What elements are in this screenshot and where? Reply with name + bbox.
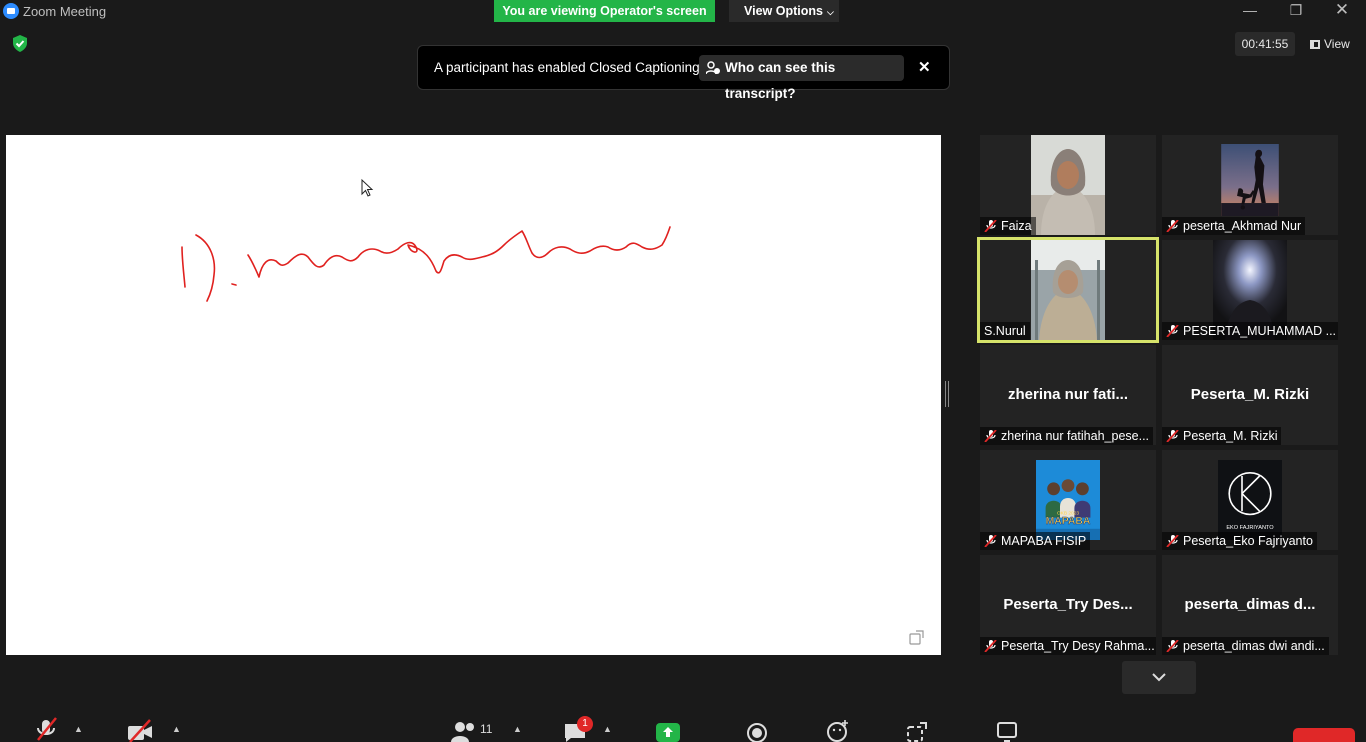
- muted-mic-icon: [984, 429, 998, 443]
- participant-display-name: Peserta_Try Des...: [1003, 596, 1133, 613]
- ink-stroke-one: [181, 246, 186, 288]
- participants-options-caret[interactable]: ▲: [513, 724, 522, 734]
- meeting-toolbar: [0, 712, 1366, 742]
- panel-resize-handle[interactable]: [945, 381, 949, 407]
- ink-stroke-paren: [195, 234, 216, 302]
- close-window-button[interactable]: ✕: [1319, 0, 1365, 22]
- grid-view-icon: [1310, 40, 1320, 49]
- notification-text: A participant has enabled Closed Caption…: [434, 60, 700, 75]
- participant-tile-active-speaker[interactable]: S.Nurul: [977, 237, 1159, 343]
- shared-screen[interactable]: [6, 135, 941, 655]
- muted-mic-icon: [984, 534, 998, 548]
- restore-button[interactable]: ❐: [1273, 0, 1319, 22]
- mapaba-logo-image: OKB 2023 MAPABA: [1036, 460, 1100, 540]
- chat-options-caret[interactable]: ▲: [603, 724, 612, 734]
- muted-mic-icon: [1166, 639, 1180, 653]
- participant-tile[interactable]: EKO FAJRIYANTO Peserta_Eko Fajriyanto: [1162, 450, 1338, 550]
- reactions-icon[interactable]: [826, 719, 850, 742]
- participant-tile[interactable]: peserta_Akhmad Nur: [1162, 135, 1338, 235]
- viewing-screen-banner: You are viewing Operator's screen: [494, 0, 715, 22]
- closed-caption-notification: A participant has enabled Closed Caption…: [417, 45, 950, 101]
- participant-display-name: Peserta_M. Rizki: [1190, 386, 1310, 403]
- muted-mic-icon: [1166, 534, 1180, 548]
- participant-name-label: peserta_Akhmad Nur: [1162, 217, 1306, 235]
- chevron-down-icon: [1152, 673, 1166, 682]
- muted-mic-icon: [984, 219, 998, 233]
- participant-name-label: S.Nurul: [980, 322, 1030, 340]
- muted-mic-icon: [1166, 324, 1180, 338]
- share-annotate-icon: [909, 630, 924, 645]
- participant-tile[interactable]: peserta_dimas d... peserta_dimas dwi and…: [1162, 555, 1338, 655]
- ink-stroke-scribble: [247, 226, 671, 278]
- share-screen-icon[interactable]: [656, 723, 680, 742]
- participant-tile[interactable]: Faiza: [980, 135, 1156, 235]
- view-options-label: View Options: [744, 4, 823, 18]
- participant-name-label: Peserta_Try Desy Rahma...: [980, 637, 1156, 655]
- participants-count: 11: [480, 722, 493, 736]
- svg-text:EKO FAJRIYANTO: EKO FAJRIYANTO: [1226, 525, 1274, 531]
- participant-tile[interactable]: OKB 2023 MAPABA MAPABA FISIP: [980, 450, 1156, 550]
- minimize-button[interactable]: —: [1227, 0, 1273, 22]
- participant-video: [1031, 135, 1105, 235]
- participant-name-label: peserta_dimas dwi andi...: [1162, 637, 1329, 655]
- view-layout-button[interactable]: View: [1302, 32, 1360, 56]
- view-options-button[interactable]: View Options ⌵: [729, 0, 839, 22]
- chat-unread-badge: 1: [577, 716, 593, 732]
- who-can-see-transcript-button[interactable]: Who can see this transcript?: [699, 55, 904, 101]
- participant-display-name: peserta_dimas d...: [1184, 596, 1316, 613]
- participant-tile[interactable]: Peserta_Try Des... Peserta_Try Desy Rahm…: [980, 555, 1156, 655]
- participant-name-label: Peserta_Eko Fajriyanto: [1162, 532, 1317, 550]
- participant-tile[interactable]: PESERTA_MUHAMMAD ...: [1162, 240, 1338, 340]
- muted-mic-icon: [1166, 429, 1180, 443]
- who-label: Who can see this transcript?: [725, 60, 836, 101]
- participant-name-label: MAPABA FISIP: [980, 532, 1091, 550]
- zoom-logo-icon: [3, 3, 19, 19]
- end-meeting-button[interactable]: [1293, 728, 1355, 742]
- gallery-next-page-button[interactable]: [1122, 661, 1196, 694]
- svg-text:MAPABA: MAPABA: [1046, 516, 1091, 527]
- muted-mic-icon: [984, 639, 998, 653]
- muted-mic-icon: [1166, 219, 1180, 233]
- mouse-cursor-icon: [361, 178, 374, 197]
- mic-muted-icon[interactable]: [36, 716, 58, 742]
- participant-name-label: zherina nur fatihah_pese...: [980, 427, 1154, 445]
- participant-video: [1031, 240, 1105, 340]
- record-icon[interactable]: [746, 722, 768, 742]
- whiteboard-icon[interactable]: [996, 721, 1018, 742]
- chevron-down-icon: ⌵: [826, 7, 834, 17]
- participants-icon[interactable]: [451, 720, 477, 742]
- encryption-shield-icon[interactable]: [12, 35, 28, 52]
- ink-stroke-dot: [231, 283, 237, 286]
- participant-video: [1221, 144, 1279, 216]
- window-title: Zoom Meeting: [23, 4, 107, 19]
- participant-display-name: zherina nur fati...: [1007, 386, 1128, 403]
- view-label: View: [1324, 37, 1350, 51]
- meeting-timer: 00:41:55: [1235, 32, 1295, 56]
- video-options-caret[interactable]: ▲: [172, 724, 181, 734]
- apps-icon[interactable]: [906, 721, 928, 742]
- participant-tile[interactable]: zherina nur fati... zherina nur fatihah_…: [980, 345, 1156, 445]
- participant-name-label: PESERTA_MUHAMMAD ...: [1162, 322, 1338, 340]
- person-info-icon: [706, 61, 720, 75]
- participant-tile[interactable]: Peserta_M. Rizki Peserta_M. Rizki: [1162, 345, 1338, 445]
- participant-name-label: Peserta_M. Rizki: [1162, 427, 1282, 445]
- audio-options-caret[interactable]: ▲: [74, 724, 83, 734]
- video-off-icon[interactable]: [126, 718, 154, 742]
- eko-fajriyanto-logo-image: EKO FAJRIYANTO: [1218, 460, 1282, 540]
- whiteboard-drawing: [181, 178, 924, 645]
- title-bar: Zoom Meeting You are viewing Operator's …: [0, 0, 1366, 22]
- close-notification-button[interactable]: ✕: [918, 58, 931, 76]
- participant-name-label: Faiza: [980, 217, 1036, 235]
